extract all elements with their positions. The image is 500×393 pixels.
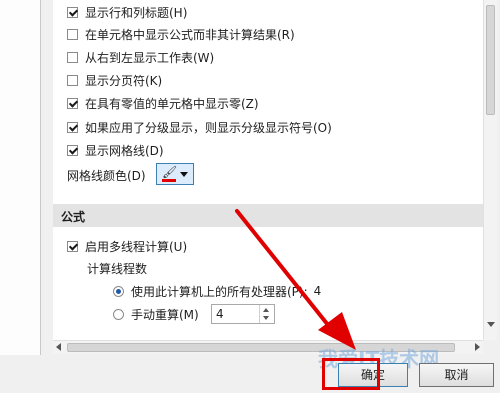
arrow-shaft	[235, 209, 338, 337]
annotation-arrow	[235, 209, 356, 350]
